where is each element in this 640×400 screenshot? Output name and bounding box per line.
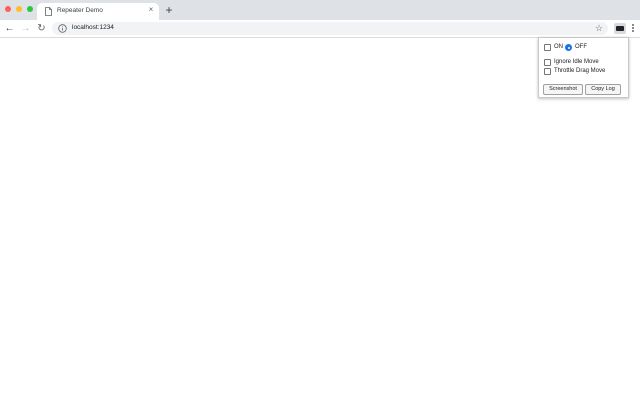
window-close-button[interactable] [5, 6, 11, 12]
bookmark-star-icon[interactable]: ☆ [595, 22, 603, 35]
forward-arrow-icon[interactable]: → [20, 23, 31, 34]
window-maximize-button[interactable] [27, 6, 33, 12]
new-tab-button[interactable]: + [164, 4, 174, 16]
ignore-idle-checkbox[interactable] [544, 59, 551, 66]
throttle-drag-label: Throttle Drag Move [554, 68, 606, 74]
info-icon[interactable] [58, 24, 67, 33]
on-label: ON [554, 44, 563, 50]
keyboard-icon [616, 26, 624, 31]
on-checkbox[interactable] [544, 44, 551, 51]
extension-button[interactable] [614, 23, 626, 34]
reload-icon[interactable]: ↻ [36, 23, 47, 34]
browser-toolbar: ← → ↻ localhost:1234 ☆ [0, 20, 640, 38]
menu-kebab-icon[interactable] [632, 24, 634, 33]
close-icon[interactable]: × [147, 6, 155, 14]
off-radio[interactable] [565, 44, 572, 51]
extension-popup: ON OFF Ignore Idle Move Throttle Drag Mo… [538, 37, 629, 98]
off-label: OFF [575, 44, 587, 50]
address-bar[interactable]: localhost:1234 ☆ [52, 22, 608, 35]
url-text: localhost:1234 [72, 24, 114, 31]
browser-tab[interactable]: Repeater Demo × [37, 3, 159, 20]
tab-title: Repeater Demo [57, 7, 103, 14]
throttle-drag-row: Throttle Drag Move [544, 67, 624, 75]
ignore-idle-row: Ignore Idle Move [544, 58, 624, 66]
mode-row: ON OFF [544, 43, 624, 51]
page-icon [45, 7, 52, 16]
throttle-drag-checkbox[interactable] [544, 68, 551, 75]
ignore-idle-label: Ignore Idle Move [554, 59, 599, 65]
copy-log-button[interactable]: Copy Log [585, 84, 621, 95]
window-minimize-button[interactable] [16, 6, 22, 12]
back-arrow-icon[interactable]: ← [4, 23, 15, 34]
screenshot-button[interactable]: Screenshot [543, 84, 583, 95]
tab-strip: Repeater Demo × + [0, 0, 640, 20]
